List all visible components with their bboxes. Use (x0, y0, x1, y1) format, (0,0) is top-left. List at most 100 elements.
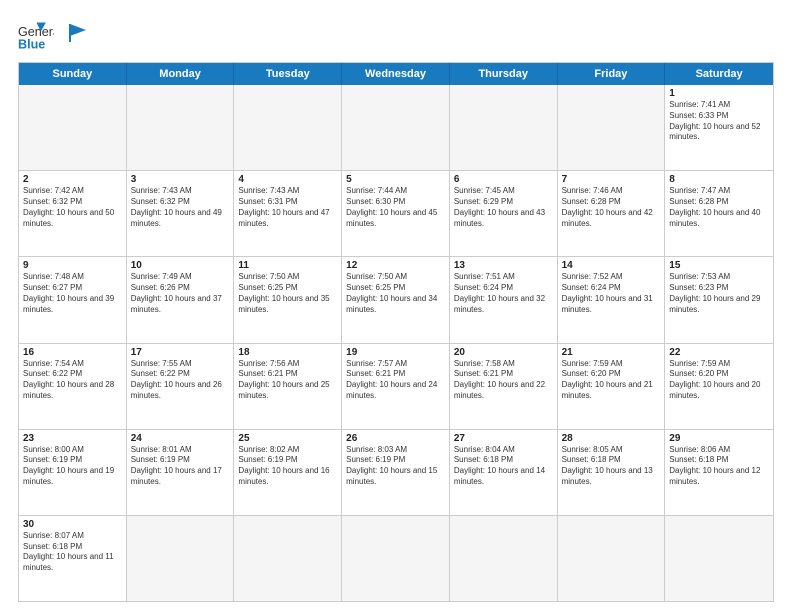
page: General Blue (0, 0, 792, 612)
sun-info: Sunrise: 8:07 AMSunset: 6:18 PMDaylight:… (23, 531, 122, 574)
col-header-saturday: Saturday (665, 63, 773, 85)
sun-info: Sunrise: 7:50 AMSunset: 6:25 PMDaylight:… (346, 272, 445, 315)
day-cell-22: 22Sunrise: 7:59 AMSunset: 6:20 PMDayligh… (665, 344, 773, 429)
empty-cell (558, 516, 666, 601)
day-number: 12 (346, 260, 445, 271)
sun-info: Sunrise: 8:00 AMSunset: 6:19 PMDaylight:… (23, 445, 122, 488)
sun-info: Sunrise: 7:48 AMSunset: 6:27 PMDaylight:… (23, 272, 122, 315)
day-number: 24 (131, 433, 230, 444)
sun-info: Sunrise: 7:54 AMSunset: 6:22 PMDaylight:… (23, 359, 122, 402)
svg-text:Blue: Blue (18, 38, 45, 52)
day-cell-25: 25Sunrise: 8:02 AMSunset: 6:19 PMDayligh… (234, 430, 342, 515)
day-cell-2: 2Sunrise: 7:42 AMSunset: 6:32 PMDaylight… (19, 171, 127, 256)
sun-info: Sunrise: 8:03 AMSunset: 6:19 PMDaylight:… (346, 445, 445, 488)
day-number: 19 (346, 347, 445, 358)
day-cell-11: 11Sunrise: 7:50 AMSunset: 6:25 PMDayligh… (234, 257, 342, 342)
day-cell-13: 13Sunrise: 7:51 AMSunset: 6:24 PMDayligh… (450, 257, 558, 342)
sun-info: Sunrise: 7:58 AMSunset: 6:21 PMDaylight:… (454, 359, 553, 402)
day-cell-27: 27Sunrise: 8:04 AMSunset: 6:18 PMDayligh… (450, 430, 558, 515)
day-cell-6: 6Sunrise: 7:45 AMSunset: 6:29 PMDaylight… (450, 171, 558, 256)
day-cell-15: 15Sunrise: 7:53 AMSunset: 6:23 PMDayligh… (665, 257, 773, 342)
day-number: 14 (562, 260, 661, 271)
day-cell-12: 12Sunrise: 7:50 AMSunset: 6:25 PMDayligh… (342, 257, 450, 342)
day-number: 9 (23, 260, 122, 271)
sun-info: Sunrise: 7:47 AMSunset: 6:28 PMDaylight:… (669, 186, 769, 229)
sun-info: Sunrise: 7:57 AMSunset: 6:21 PMDaylight:… (346, 359, 445, 402)
day-cell-21: 21Sunrise: 7:59 AMSunset: 6:20 PMDayligh… (558, 344, 666, 429)
day-cell-24: 24Sunrise: 8:01 AMSunset: 6:19 PMDayligh… (127, 430, 235, 515)
sun-info: Sunrise: 7:42 AMSunset: 6:32 PMDaylight:… (23, 186, 122, 229)
day-number: 27 (454, 433, 553, 444)
empty-cell (234, 85, 342, 170)
day-number: 26 (346, 433, 445, 444)
empty-cell (127, 516, 235, 601)
calendar-header: SundayMondayTuesdayWednesdayThursdayFrid… (19, 63, 773, 85)
day-cell-28: 28Sunrise: 8:05 AMSunset: 6:18 PMDayligh… (558, 430, 666, 515)
day-cell-8: 8Sunrise: 7:47 AMSunset: 6:28 PMDaylight… (665, 171, 773, 256)
logo: General Blue (18, 18, 88, 54)
sun-info: Sunrise: 7:59 AMSunset: 6:20 PMDaylight:… (562, 359, 661, 402)
day-cell-23: 23Sunrise: 8:00 AMSunset: 6:19 PMDayligh… (19, 430, 127, 515)
day-cell-9: 9Sunrise: 7:48 AMSunset: 6:27 PMDaylight… (19, 257, 127, 342)
empty-cell (558, 85, 666, 170)
day-number: 25 (238, 433, 337, 444)
sun-info: Sunrise: 7:52 AMSunset: 6:24 PMDaylight:… (562, 272, 661, 315)
day-number: 7 (562, 174, 661, 185)
calendar: SundayMondayTuesdayWednesdayThursdayFrid… (18, 62, 774, 602)
sun-info: Sunrise: 7:55 AMSunset: 6:22 PMDaylight:… (131, 359, 230, 402)
week-row-3: 16Sunrise: 7:54 AMSunset: 6:22 PMDayligh… (19, 343, 773, 429)
day-cell-17: 17Sunrise: 7:55 AMSunset: 6:22 PMDayligh… (127, 344, 235, 429)
day-number: 2 (23, 174, 122, 185)
day-number: 1 (669, 88, 769, 99)
day-number: 21 (562, 347, 661, 358)
day-cell-1: 1Sunrise: 7:41 AMSunset: 6:33 PMDaylight… (665, 85, 773, 170)
col-header-wednesday: Wednesday (342, 63, 450, 85)
day-number: 5 (346, 174, 445, 185)
sun-info: Sunrise: 7:53 AMSunset: 6:23 PMDaylight:… (669, 272, 769, 315)
day-cell-5: 5Sunrise: 7:44 AMSunset: 6:30 PMDaylight… (342, 171, 450, 256)
day-number: 17 (131, 347, 230, 358)
day-cell-4: 4Sunrise: 7:43 AMSunset: 6:31 PMDaylight… (234, 171, 342, 256)
col-header-thursday: Thursday (450, 63, 558, 85)
day-number: 6 (454, 174, 553, 185)
week-row-0: 1Sunrise: 7:41 AMSunset: 6:33 PMDaylight… (19, 85, 773, 170)
sun-info: Sunrise: 7:51 AMSunset: 6:24 PMDaylight:… (454, 272, 553, 315)
day-number: 30 (23, 519, 122, 530)
header: General Blue (18, 18, 774, 54)
day-number: 28 (562, 433, 661, 444)
week-row-2: 9Sunrise: 7:48 AMSunset: 6:27 PMDaylight… (19, 256, 773, 342)
sun-info: Sunrise: 8:01 AMSunset: 6:19 PMDaylight:… (131, 445, 230, 488)
day-number: 4 (238, 174, 337, 185)
empty-cell (342, 516, 450, 601)
sun-info: Sunrise: 8:02 AMSunset: 6:19 PMDaylight:… (238, 445, 337, 488)
sun-info: Sunrise: 8:04 AMSunset: 6:18 PMDaylight:… (454, 445, 553, 488)
sun-info: Sunrise: 7:44 AMSunset: 6:30 PMDaylight:… (346, 186, 445, 229)
day-cell-7: 7Sunrise: 7:46 AMSunset: 6:28 PMDaylight… (558, 171, 666, 256)
empty-cell (665, 516, 773, 601)
empty-cell (450, 85, 558, 170)
sun-info: Sunrise: 7:45 AMSunset: 6:29 PMDaylight:… (454, 186, 553, 229)
week-row-5: 30Sunrise: 8:07 AMSunset: 6:18 PMDayligh… (19, 515, 773, 601)
logo-icon: General Blue (18, 18, 54, 54)
logo-flag-icon (66, 22, 88, 44)
sun-info: Sunrise: 8:05 AMSunset: 6:18 PMDaylight:… (562, 445, 661, 488)
sun-info: Sunrise: 7:56 AMSunset: 6:21 PMDaylight:… (238, 359, 337, 402)
day-cell-16: 16Sunrise: 7:54 AMSunset: 6:22 PMDayligh… (19, 344, 127, 429)
sun-info: Sunrise: 7:59 AMSunset: 6:20 PMDaylight:… (669, 359, 769, 402)
day-cell-3: 3Sunrise: 7:43 AMSunset: 6:32 PMDaylight… (127, 171, 235, 256)
empty-cell (127, 85, 235, 170)
sun-info: Sunrise: 7:49 AMSunset: 6:26 PMDaylight:… (131, 272, 230, 315)
sun-info: Sunrise: 8:06 AMSunset: 6:18 PMDaylight:… (669, 445, 769, 488)
day-cell-29: 29Sunrise: 8:06 AMSunset: 6:18 PMDayligh… (665, 430, 773, 515)
day-number: 16 (23, 347, 122, 358)
week-row-1: 2Sunrise: 7:42 AMSunset: 6:32 PMDaylight… (19, 170, 773, 256)
week-row-4: 23Sunrise: 8:00 AMSunset: 6:19 PMDayligh… (19, 429, 773, 515)
day-cell-20: 20Sunrise: 7:58 AMSunset: 6:21 PMDayligh… (450, 344, 558, 429)
empty-cell (450, 516, 558, 601)
day-number: 23 (23, 433, 122, 444)
empty-cell (342, 85, 450, 170)
sun-info: Sunrise: 7:43 AMSunset: 6:32 PMDaylight:… (131, 186, 230, 229)
col-header-monday: Monday (127, 63, 235, 85)
day-number: 3 (131, 174, 230, 185)
empty-cell (19, 85, 127, 170)
